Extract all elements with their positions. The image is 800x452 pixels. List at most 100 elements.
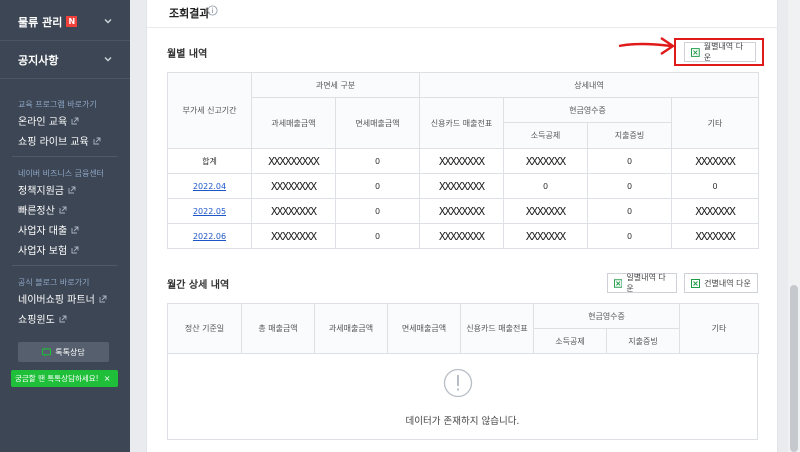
cell-taxable: XXXXXXXXX: [251, 148, 336, 174]
sidebar-link-online-education[interactable]: 온라인 교육: [18, 113, 79, 128]
cell-exempt: 0: [335, 198, 420, 224]
cell-exempt: 0: [335, 173, 420, 199]
button-label: 월별내역 다운: [703, 42, 744, 62]
talk-tooltip: 궁금할 땐 톡톡상담하세요! ×: [11, 370, 118, 387]
annotation-arrow: [618, 37, 676, 55]
excel-icon: [614, 278, 623, 288]
chevron-down-icon: [104, 57, 112, 62]
external-link-icon: [71, 246, 79, 253]
sidebar-item-label: 물류 관리: [18, 15, 63, 29]
cell-taxable: XXXXXXXX: [251, 173, 336, 199]
group-title-blog: 공식 블로그 바로가기: [18, 278, 90, 287]
external-link-icon: [59, 315, 67, 322]
link-label: 온라인 교육: [18, 117, 68, 128]
case-download-button[interactable]: 건별내역 다운: [684, 273, 758, 293]
page-title: 조회결과: [169, 7, 210, 20]
table-row: 2022.06 XXXXXXXX 0 XXXXXXXX XXXXXXX 0 XX…: [167, 223, 760, 249]
cell-card: XXXXXXXX: [419, 148, 504, 174]
cell-exempt: 0: [335, 223, 420, 249]
external-link-icon: [71, 226, 79, 233]
divider: [12, 265, 118, 266]
header-cash-group: 현금영수증: [503, 97, 672, 123]
exclamation-icon: [443, 368, 473, 398]
cell-expense: 0: [587, 198, 672, 224]
header-date: 정산 기준일: [167, 303, 242, 354]
main-panel: 조회결과 월별 내역 월별내역 다운 부가세 신고기간 과면세 구분 상세내역 …: [146, 0, 779, 452]
divider: [12, 156, 118, 157]
monthly-download-button[interactable]: 월별내역 다운: [684, 42, 756, 62]
sidebar: 물류 관리 N 공지사항 교육 프로그램 바로가기 온라인 교육 쇼핑 라이브 …: [0, 0, 130, 452]
header-taxable: 과세매출금액: [314, 303, 388, 354]
table-row: 2022.04 XXXXXXXX 0 XXXXXXXX 0 0 0: [167, 173, 760, 199]
close-icon[interactable]: ×: [104, 374, 111, 383]
header-income: 소득공제: [503, 122, 588, 149]
link-label: 사업자 보험: [18, 246, 68, 257]
header-period: 부가세 신고기간: [167, 72, 252, 149]
sidebar-link-live-education[interactable]: 쇼핑 라이브 교육: [18, 133, 101, 148]
link-label: 사업자 대출: [18, 226, 68, 237]
link-label: 쇼핑 라이브 교육: [18, 137, 89, 148]
cell-card: XXXXXXXX: [419, 223, 504, 249]
sidebar-link-business-insurance[interactable]: 사업자 보험: [18, 242, 79, 257]
period-detail-section-title: 월간 상세 내역: [167, 280, 230, 291]
header-expense: 지출증빙: [606, 328, 680, 354]
external-link-icon: [59, 206, 67, 213]
excel-icon: [691, 47, 700, 57]
sidebar-item-notice[interactable]: 공지사항: [0, 41, 130, 79]
header-etc: 기타: [670, 97, 760, 149]
header-cash-group: 현금영수증: [533, 303, 680, 329]
cell-expense: 0: [587, 223, 672, 249]
cell-expense: 0: [587, 173, 672, 199]
cell-income: XXXXXXX: [503, 148, 588, 174]
cell-card: XXXXXXXX: [419, 173, 504, 199]
table-row: 2022.05 XXXXXXXX 0 XXXXXXXX XXXXXXX 0 XX…: [167, 198, 760, 224]
talk-consult-button[interactable]: 톡톡상담: [18, 342, 109, 362]
header-taxable: 과세매출금액: [251, 97, 336, 149]
talk-tooltip-text: 궁금할 땐 톡톡상담하세요!: [15, 374, 99, 383]
sidebar-link-shopping-window[interactable]: 쇼핑윈도: [18, 311, 67, 326]
result-header: 조회결과: [147, 0, 779, 28]
cell-etc: XXXXXXX: [670, 223, 760, 249]
scrollbar[interactable]: [788, 0, 800, 452]
group-title-education: 교육 프로그램 바로가기: [18, 100, 97, 109]
cell-taxable: XXXXXXXX: [251, 223, 336, 249]
external-link-icon: [93, 137, 101, 144]
cell-etc: XXXXXXX: [670, 198, 760, 224]
cell-etc: 0: [670, 173, 760, 199]
header-etc: 기타: [679, 303, 759, 354]
button-label: 일별내역 다운: [626, 273, 666, 293]
cell-exempt: 0: [335, 148, 420, 174]
sidebar-item-label: 공지사항: [18, 53, 59, 67]
cell-card: XXXXXXXX: [419, 198, 504, 224]
info-icon[interactable]: [207, 5, 218, 16]
sidebar-link-fast-settlement[interactable]: 빠른정산: [18, 202, 67, 217]
chat-icon: [42, 347, 52, 357]
header-exempt: 면세매출금액: [387, 303, 461, 354]
sidebar-item-logistics[interactable]: 물류 관리 N: [0, 3, 130, 41]
period-link[interactable]: 2022.06: [167, 223, 252, 249]
daily-download-button[interactable]: 일별내역 다운: [607, 273, 677, 293]
header-tax-group: 과면세 구분: [251, 72, 420, 98]
period-link[interactable]: 2022.04: [167, 173, 252, 199]
period-link[interactable]: 2022.05: [167, 198, 252, 224]
header-card: 신용카드 매출전표: [419, 97, 504, 149]
table-row: 합계 XXXXXXXXX 0 XXXXXXXX XXXXXXX 0 XXXXXX…: [167, 148, 760, 174]
sidebar-link-policy-fund[interactable]: 정책지원금: [18, 182, 76, 197]
header-expense: 지출증빙: [587, 122, 672, 149]
cell-etc: XXXXXXX: [670, 148, 760, 174]
link-label: 네이버쇼핑 파트너: [18, 295, 95, 306]
cell-expense: 0: [587, 148, 672, 174]
monthly-section-title: 월별 내역: [167, 49, 208, 60]
cell-taxable: XXXXXXXX: [251, 198, 336, 224]
new-badge: N: [66, 16, 78, 27]
sidebar-link-shopping-partner[interactable]: 네이버쇼핑 파트너: [18, 291, 107, 306]
external-link-icon: [99, 295, 107, 302]
cell-income: XXXXXXX: [503, 198, 588, 224]
chevron-down-icon: [104, 19, 112, 24]
cell-income: XXXXXXX: [503, 223, 588, 249]
sidebar-link-business-loan[interactable]: 사업자 대출: [18, 222, 79, 237]
cell-income: 0: [503, 173, 588, 199]
scroll-thumb[interactable]: [790, 285, 798, 452]
talk-button-label: 톡톡상담: [55, 347, 85, 357]
header-total: 총 매출금액: [241, 303, 315, 354]
